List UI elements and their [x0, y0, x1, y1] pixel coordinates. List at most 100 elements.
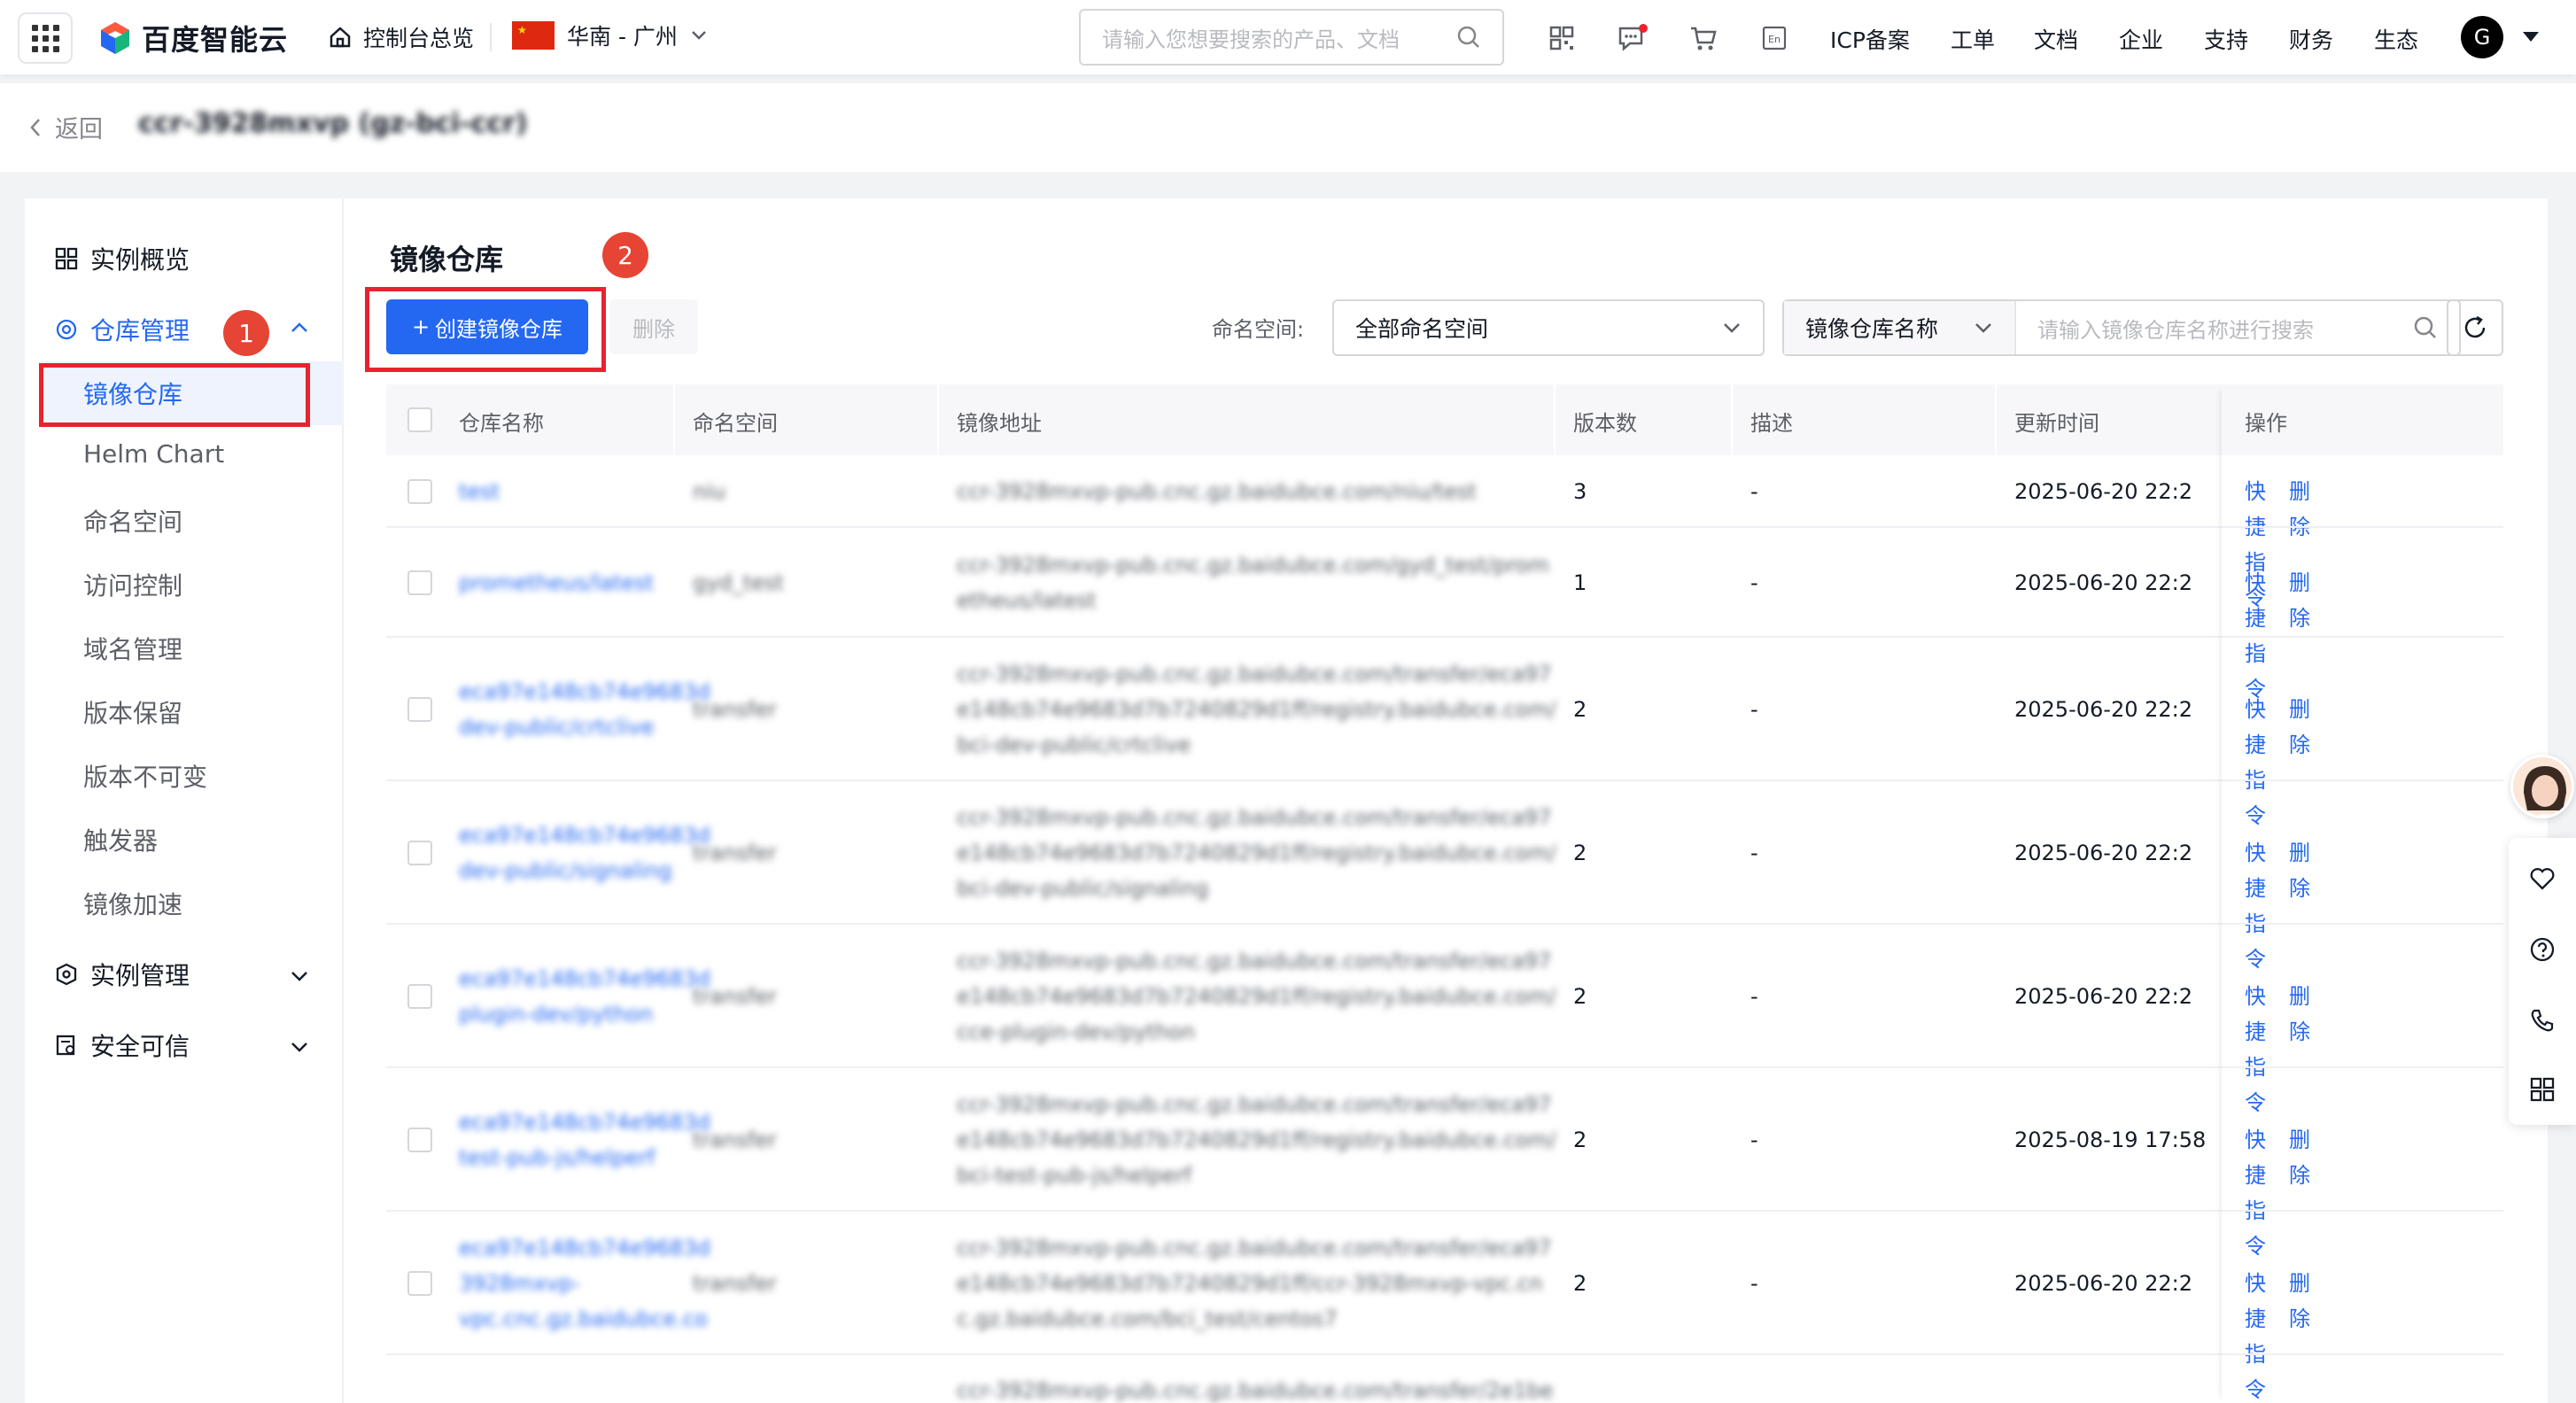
repo-name-link-line[interactable]: plugin-dev/python	[459, 996, 710, 1032]
repo-search-input[interactable]: 请输入镜像仓库名称进行搜索	[2016, 313, 2459, 344]
repo-name-link-line[interactable]: eca97e148cb74e9683d	[459, 674, 710, 709]
help-icon[interactable]	[2528, 935, 2557, 964]
sidebar-item-retention[interactable]: 版本保留	[83, 694, 182, 730]
image-address-cell-line: e148cb74e9683d7b7240829d1ff/registry.bai…	[957, 984, 1556, 1009]
refresh-button[interactable]	[2447, 299, 2503, 356]
repo-name-link-line[interactable]: eca97e148cb74e9683d	[459, 1105, 710, 1140]
enterprise-link[interactable]: 企业	[2119, 23, 2163, 55]
language-icon[interactable]: En	[1759, 23, 1789, 53]
icp-link[interactable]: ICP备案	[1830, 23, 1910, 55]
row-divider	[2222, 526, 2503, 528]
row-checkbox[interactable]	[407, 479, 432, 504]
china-flag-icon: ★	[512, 21, 555, 50]
repo-name-link-line[interactable]: dev-public/crtclive	[459, 709, 710, 745]
repo-name-link-line[interactable]: eca97e148cb74e9683d	[459, 961, 710, 996]
search-icon[interactable]	[2413, 315, 2438, 340]
repo-name-link-line[interactable]: 3928mxvp-	[459, 1266, 710, 1301]
delete-link[interactable]: 删除	[2289, 979, 2310, 1120]
repo-name-link-line[interactable]: eca97e148cb74e9683d	[459, 1230, 710, 1266]
repo-name-link-line[interactable]: prometheus/latest	[459, 565, 654, 601]
updated-time-cell: 2025-06-20 22:2	[2014, 1271, 2192, 1296]
grid-icon	[31, 24, 59, 52]
table-row: eca97e148cb74e9683d dev-public/crtclive tr…	[386, 638, 2503, 781]
description-cell: -	[1750, 841, 1758, 865]
app-grid-button[interactable]	[18, 12, 73, 64]
delete-link[interactable]: 删除	[2289, 692, 2310, 833]
select-all-checkbox[interactable]	[407, 407, 432, 432]
chevron-down-icon[interactable]	[289, 1040, 310, 1054]
delete-link[interactable]: 删除	[2289, 835, 2310, 977]
support-link[interactable]: 支持	[2204, 23, 2248, 55]
sidebar-item-immutable[interactable]: 版本不可变	[83, 758, 207, 794]
assistant-avatar[interactable]	[2510, 755, 2574, 818]
repo-name-link[interactable]: eca97e148cb74e9683d plugin-dev/python	[459, 961, 710, 1032]
app-grid-icon[interactable]	[2528, 1075, 2557, 1104]
repo-name-link-line[interactable]: eca97e148cb74e9683d	[459, 818, 710, 853]
chevron-down-icon[interactable]	[289, 969, 310, 983]
ticket-link[interactable]: 工单	[1951, 23, 1995, 55]
repo-name-link-line[interactable]: dev-public/signaling	[459, 853, 710, 888]
region-selector[interactable]: ★ 华南 - 广州	[512, 19, 708, 51]
sidebar-item-repo-management[interactable]: 仓库管理	[55, 312, 190, 347]
search-field-select[interactable]: 镜像仓库名称	[1784, 301, 2016, 354]
settings-icon	[56, 319, 77, 340]
global-search-input[interactable]: 请输入您想要搜索的产品、文档	[1079, 9, 1504, 66]
row-checkbox[interactable]	[407, 984, 432, 1009]
chevron-up-icon[interactable]	[289, 321, 310, 335]
back-button[interactable]: 返回	[28, 110, 103, 144]
row-divider	[2222, 636, 2503, 638]
finance-link[interactable]: 财务	[2289, 23, 2333, 55]
sidebar-item-namespace[interactable]: 命名空间	[83, 503, 182, 539]
delete-link[interactable]: 删除	[2289, 1266, 2310, 1403]
repo-name-link-line[interactable]: vpc.cnc.gz.baidubce.co	[459, 1301, 710, 1337]
row-checkbox[interactable]	[407, 570, 432, 595]
column-divider	[1995, 384, 1997, 455]
favorite-icon[interactable]	[2528, 864, 2557, 893]
row-checkbox[interactable]	[407, 1128, 432, 1152]
quick-command-link[interactable]: 快捷指令	[2245, 1122, 2266, 1264]
repo-name-link[interactable]: test	[459, 474, 500, 509]
message-icon[interactable]	[1618, 23, 1648, 53]
table-row: eca97e148cb74e9683d test-pub-js/helperf tr…	[386, 1068, 2503, 1212]
user-avatar[interactable]: G	[2461, 16, 2503, 58]
updated-time-cell: 2025-08-19 17:58	[2014, 1128, 2207, 1152]
namespace-cell: transfer	[693, 697, 777, 722]
quick-command-link[interactable]: 快捷指令	[2245, 835, 2266, 977]
sidebar-item-security[interactable]: 安全可信	[55, 1027, 190, 1063]
repo-name-link-line[interactable]: test-pub-js/helperf	[459, 1140, 710, 1175]
repo-name-link[interactable]: eca97e148cb74e9683d test-pub-js/helperf	[459, 1105, 710, 1175]
batch-delete-button[interactable]: 删除	[609, 299, 698, 354]
table-row: prometheus/latest gyd_test ccr-3928mxvp-pu…	[386, 528, 2503, 638]
description-cell: -	[1750, 570, 1758, 595]
cart-icon[interactable]	[1688, 23, 1719, 53]
phone-icon[interactable]	[2528, 1006, 2557, 1035]
sidebar-item-acceleration[interactable]: 镜像加速	[83, 886, 182, 921]
sidebar-item-access-control[interactable]: 访问控制	[83, 567, 182, 602]
repo-name-link[interactable]: eca97e148cb74e9683d dev-public/signaling	[459, 818, 710, 888]
sidebar-item-helm-chart[interactable]: Helm Chart	[83, 439, 224, 469]
row-checkbox[interactable]	[407, 841, 432, 865]
quick-command-link[interactable]: 快捷指令	[2245, 692, 2266, 833]
row-checkbox[interactable]	[407, 1271, 432, 1296]
repo-name-link[interactable]: eca97e148cb74e9683d 3928mxvp-vpc.cnc.gz.b…	[459, 1230, 710, 1337]
sidebar-item-trigger[interactable]: 触发器	[83, 822, 158, 857]
qrcode-icon[interactable]	[1547, 23, 1577, 53]
brand-logo[interactable]: 百度智能云	[97, 18, 288, 58]
quick-command-link[interactable]: 快捷指令	[2245, 979, 2266, 1120]
docs-link[interactable]: 文档	[2034, 23, 2078, 55]
caret-down-icon[interactable]	[2523, 32, 2539, 42]
row-checkbox[interactable]	[407, 697, 432, 722]
console-home-link[interactable]: 控制台总览	[328, 21, 474, 53]
sidebar-item-instance-management[interactable]: 实例管理	[55, 957, 190, 992]
delete-link[interactable]: 删除	[2289, 1122, 2310, 1264]
quick-command-link[interactable]: 快捷指令	[2245, 1266, 2266, 1403]
version-count-cell: 2	[1573, 841, 1587, 865]
sidebar-item-overview[interactable]: 实例概览	[55, 241, 190, 276]
namespace-select[interactable]: 全部命名空间	[1332, 299, 1765, 356]
repo-name-link-line[interactable]: test	[459, 474, 500, 509]
breadcrumb-bar: 返回 ccr-3928mxvp (gz-bci-ccr)	[0, 83, 2576, 172]
repo-name-link[interactable]: eca97e148cb74e9683d dev-public/crtclive	[459, 674, 710, 745]
ecosystem-link[interactable]: 生态	[2374, 23, 2418, 55]
repo-name-link[interactable]: prometheus/latest	[459, 565, 654, 601]
sidebar-item-domain[interactable]: 域名管理	[83, 631, 182, 666]
